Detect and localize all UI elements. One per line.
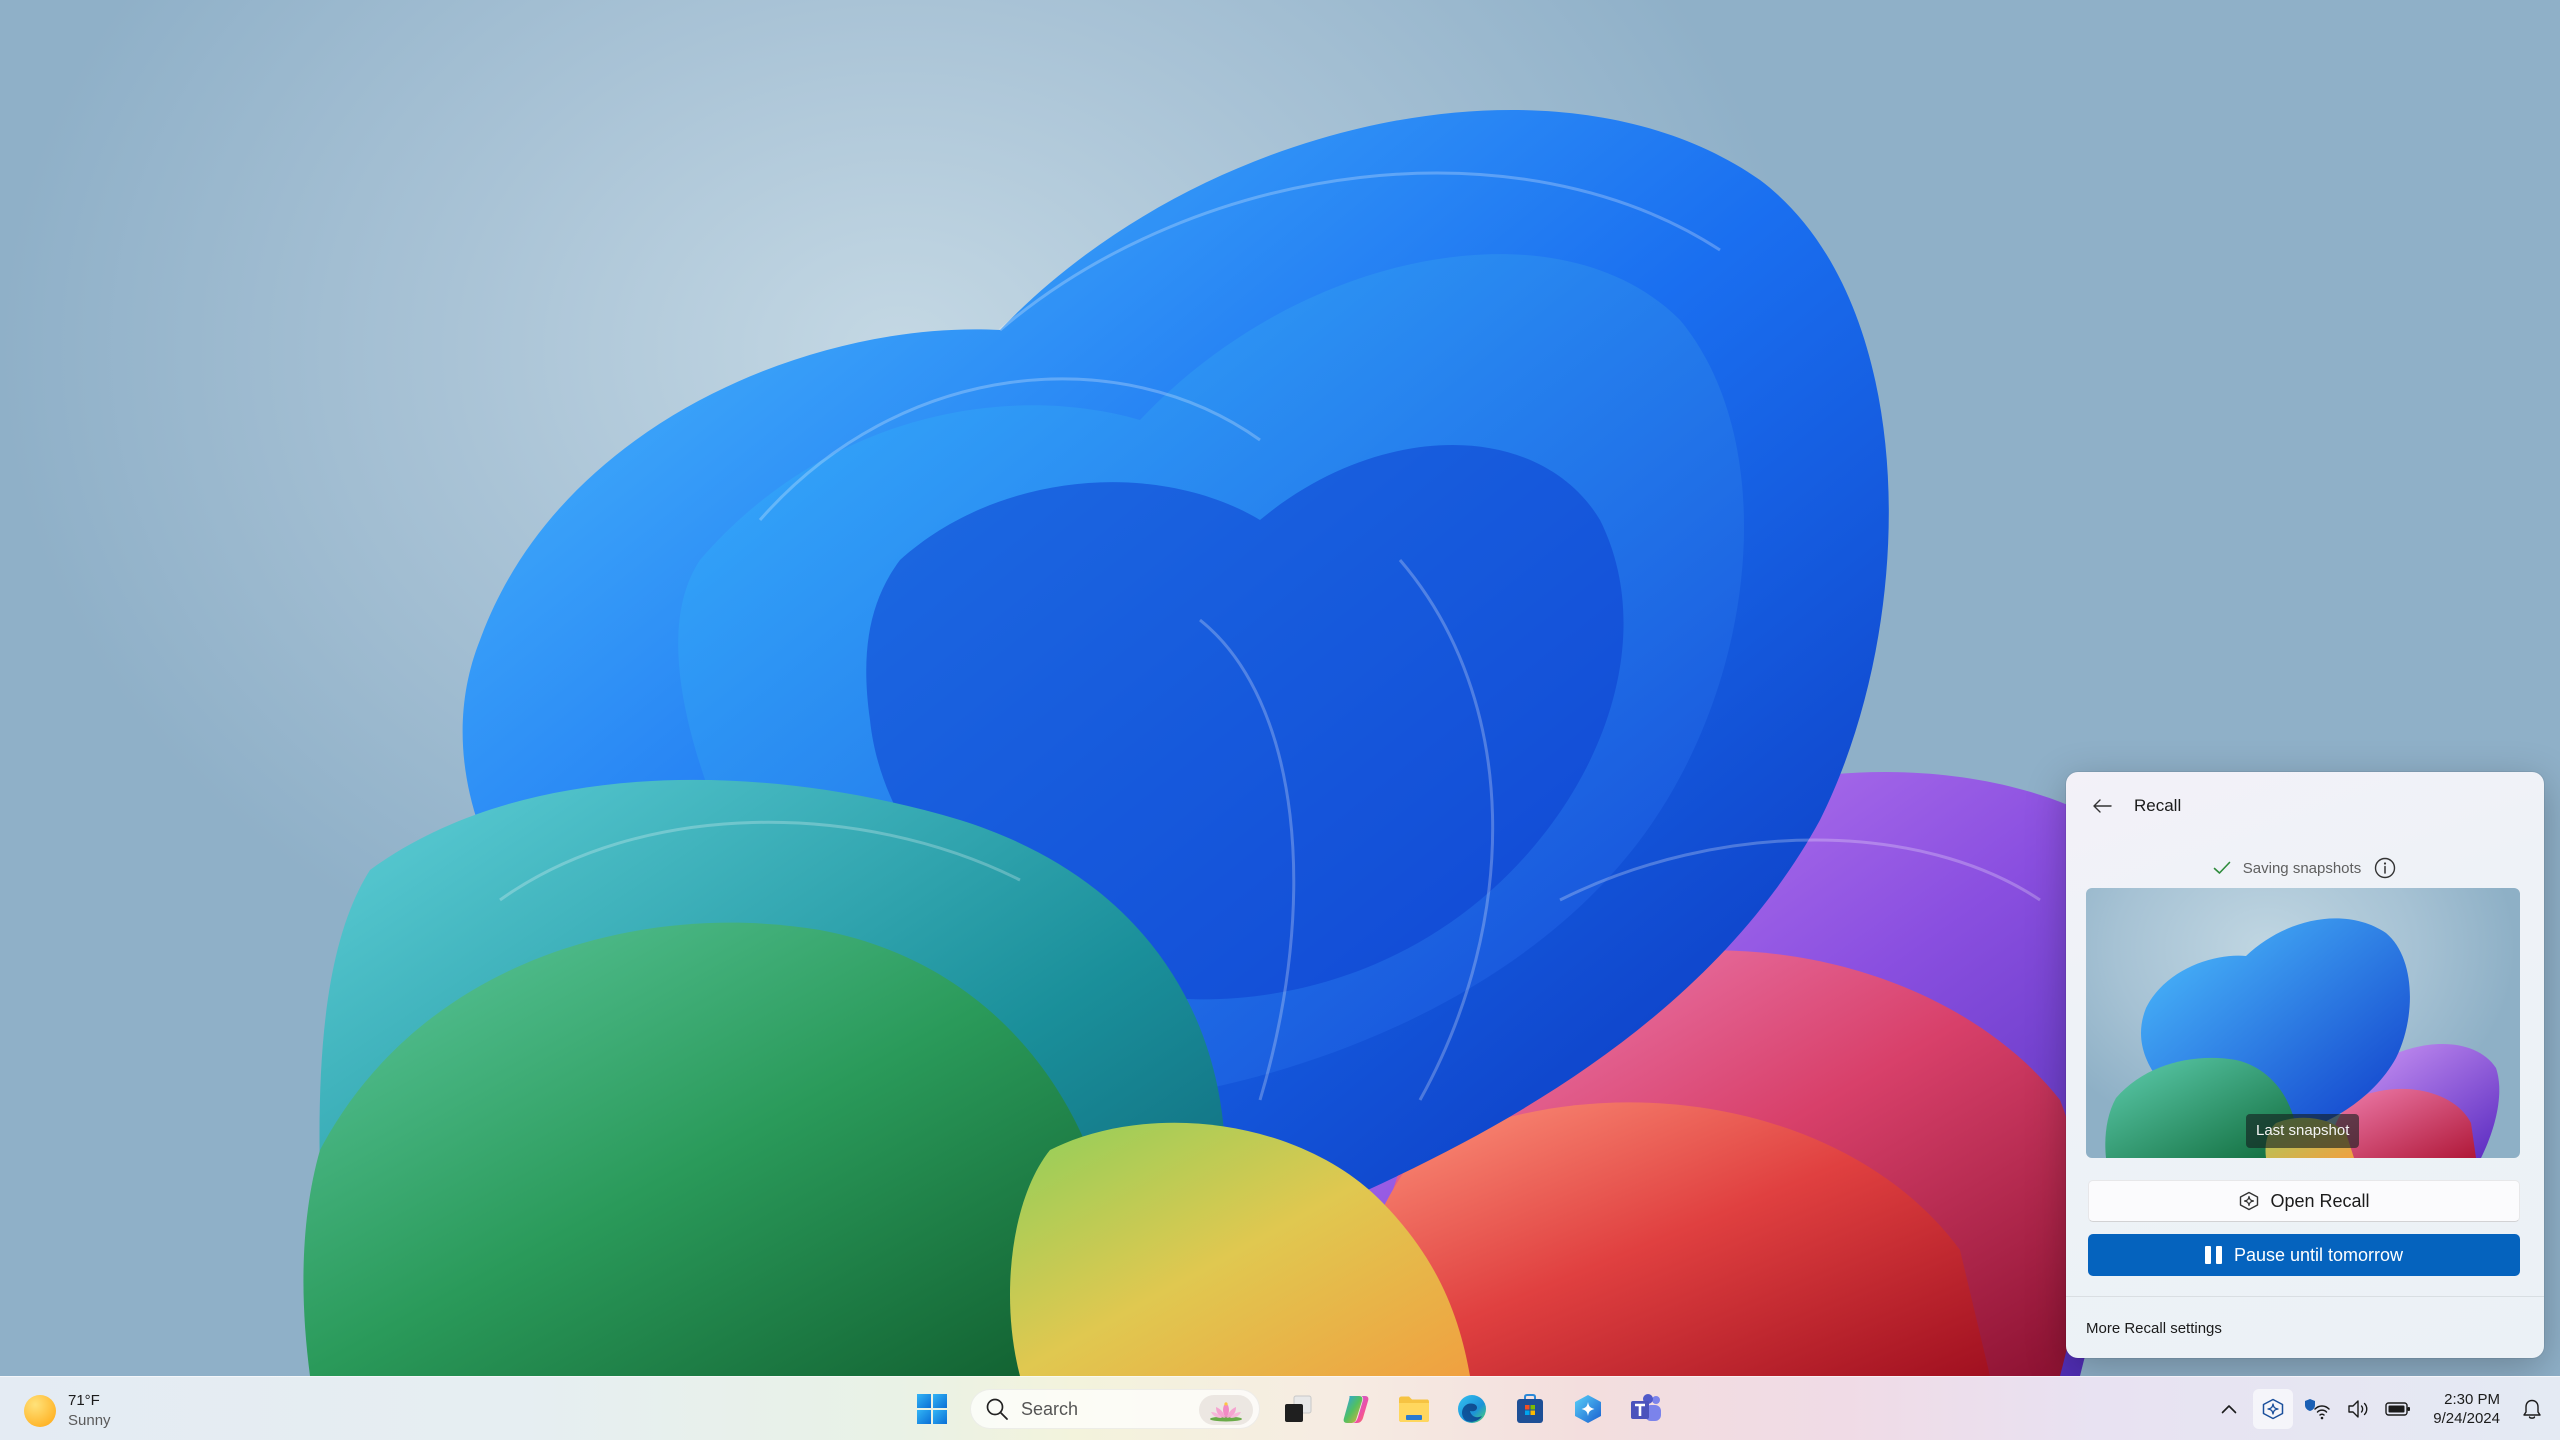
back-button[interactable] <box>2086 790 2118 822</box>
flyout-title: Recall <box>2134 796 2182 815</box>
task-view-icon <box>1285 1395 1312 1422</box>
battery-icon <box>2385 1402 2411 1416</box>
recall-icon <box>2240 1191 2259 1211</box>
clock-time: 2:30 PM <box>2444 1391 2500 1408</box>
weather-widget[interactable]: 71°F Sunny <box>24 1391 111 1431</box>
recall-flyout: Recall Saving snapshots Last snapshot Op… <box>2066 772 2544 1358</box>
info-icon <box>2375 857 2396 879</box>
store-button[interactable] <box>1506 1385 1554 1433</box>
last-snapshot-label: Last snapshot <box>2246 1114 2360 1148</box>
tray-recall-button[interactable] <box>2253 1389 2294 1429</box>
file-explorer-button[interactable] <box>1390 1385 1438 1433</box>
teams-button[interactable] <box>1622 1385 1670 1433</box>
pause-until-tomorrow-button[interactable]: Pause until tomorrow <box>2088 1234 2520 1276</box>
quick-settings-button[interactable] <box>2305 1398 2411 1420</box>
teams-icon <box>1631 1394 1661 1421</box>
weather-condition: Sunny <box>68 1412 111 1429</box>
recall-icon <box>2263 1398 2284 1420</box>
task-view-button[interactable] <box>1274 1385 1322 1433</box>
last-snapshot-thumbnail[interactable]: Last snapshot <box>2086 888 2520 1158</box>
status-text: Saving snapshots <box>2242 859 2362 877</box>
clock-date: 9/24/2024 <box>2433 1410 2500 1427</box>
edge-icon <box>1458 1395 1486 1423</box>
search-placeholder: Search <box>1021 1398 1079 1419</box>
recall-app-button[interactable] <box>1564 1385 1612 1433</box>
flyout-header: Recall <box>2086 790 2181 822</box>
vpn-wifi-icon <box>2305 1399 2331 1420</box>
folder-icon <box>1399 1396 1429 1422</box>
clock[interactable]: 2:30 PM 9/24/2024 <box>2433 1390 2500 1428</box>
weather-temperature: 71°F <box>68 1392 100 1409</box>
taskbar-search[interactable]: Search <box>970 1389 1260 1429</box>
notifications-button[interactable] <box>2516 1389 2548 1429</box>
more-recall-settings-link[interactable]: More Recall settings <box>2086 1320 2222 1337</box>
info-button[interactable] <box>2373 856 2397 880</box>
start-button[interactable] <box>908 1385 956 1433</box>
show-hidden-icons-button[interactable] <box>2211 1389 2247 1429</box>
volume-icon <box>2348 1400 2368 1418</box>
copilot-icon <box>1343 1396 1369 1423</box>
chevron-up-icon <box>2221 1405 2237 1414</box>
bell-icon <box>2523 1399 2541 1419</box>
checkmark-icon <box>2213 861 2231 874</box>
recall-icon <box>1575 1395 1601 1423</box>
arrow-left-icon <box>2093 799 2112 813</box>
pause-label: Pause until tomorrow <box>2233 1244 2404 1265</box>
search-icon <box>986 1398 1008 1420</box>
edge-button[interactable] <box>1448 1385 1496 1433</box>
sun-icon <box>24 1395 56 1427</box>
taskbar: 71°F Sunny Search 2:30 PM 9/24/2024 <box>0 1376 2560 1440</box>
copilot-button[interactable] <box>1332 1385 1380 1433</box>
lotus-icon <box>1199 1395 1253 1425</box>
snapshot-status: Saving snapshots <box>2066 856 2544 880</box>
system-tray: 2:30 PM 9/24/2024 <box>2211 1377 2560 1440</box>
store-icon <box>1517 1394 1543 1423</box>
open-recall-label: Open Recall <box>2270 1190 2370 1211</box>
taskbar-center: Search <box>908 1385 1670 1433</box>
flyout-divider <box>2066 1296 2544 1297</box>
windows-logo-icon <box>917 1394 947 1424</box>
open-recall-button[interactable]: Open Recall <box>2088 1180 2520 1222</box>
pause-icon <box>2204 1246 2222 1264</box>
